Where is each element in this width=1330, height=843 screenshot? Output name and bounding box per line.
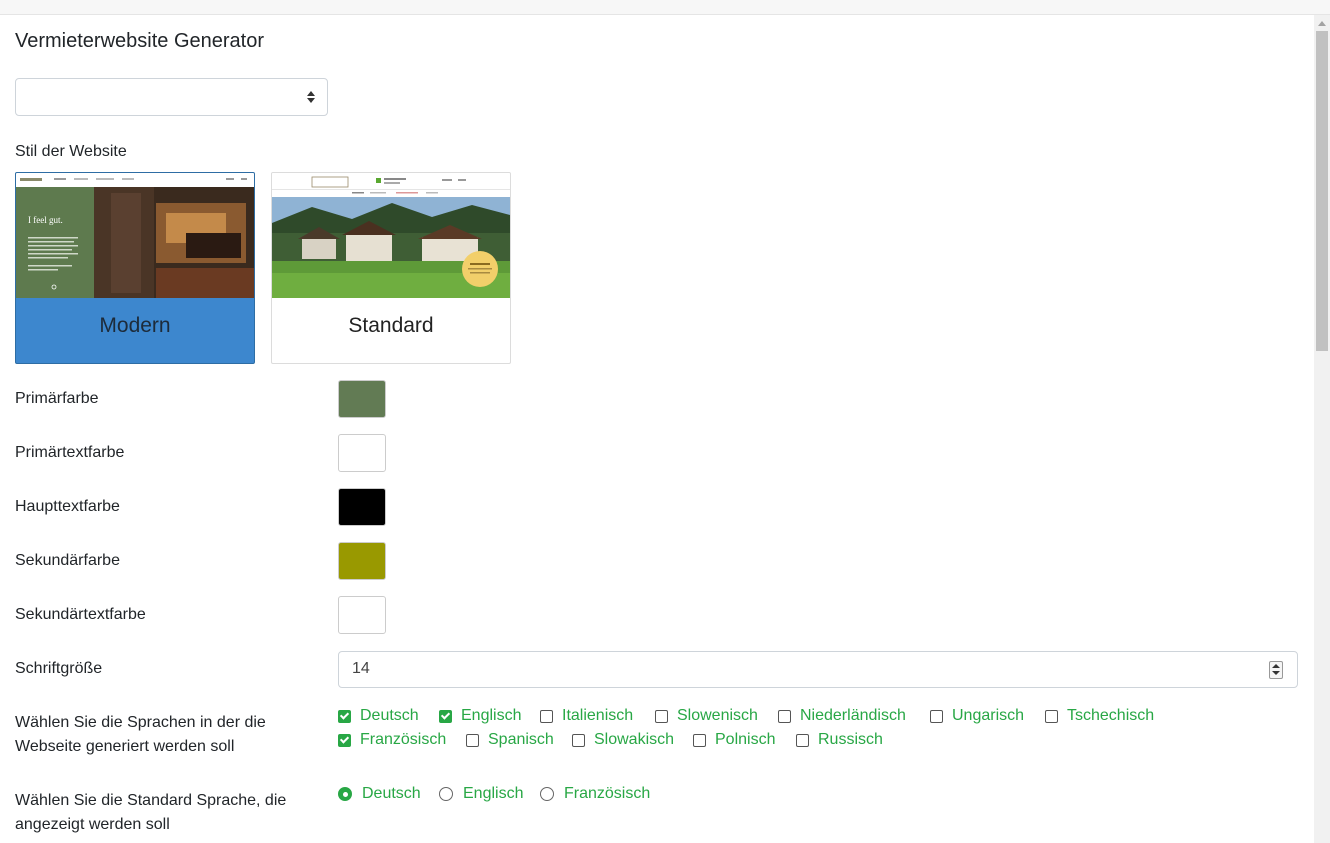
font-size-value: 14 <box>352 660 370 677</box>
secondary-text-color-label: Sekundärtextfarbe <box>15 606 146 623</box>
secondary-text-color-swatch[interactable] <box>338 596 386 634</box>
secondary-color-label: Sekundärfarbe <box>15 552 120 569</box>
checkbox-icon[interactable] <box>796 733 809 747</box>
default-language-deutsch[interactable]: Deutsch <box>338 784 421 804</box>
primary-text-color-swatch[interactable] <box>338 434 386 472</box>
checkbox-icon[interactable] <box>1045 709 1058 723</box>
language-option-polnisch[interactable]: Polnisch <box>693 730 775 750</box>
default-language-franzoesisch[interactable]: Französisch <box>540 784 650 804</box>
style-card-standard[interactable]: Standard <box>271 172 511 364</box>
font-size-label: Schriftgröße <box>15 660 103 677</box>
checkbox-icon[interactable] <box>572 733 585 747</box>
languages-label: Wählen Sie die Sprachen in der die Webse… <box>15 714 266 755</box>
language-option-slowenisch[interactable]: Slowenisch <box>655 706 758 726</box>
style-card-modern-label: Modern <box>99 314 171 337</box>
scrollbar-thumb[interactable] <box>1316 31 1328 351</box>
main-text-color-label: Haupttextfarbe <box>15 498 120 515</box>
radio-icon[interactable] <box>338 787 352 801</box>
modern-preview-image: I feel gut. <box>16 173 254 298</box>
language-option-englisch[interactable]: Englisch <box>439 706 521 726</box>
primary-color-label: Primärfarbe <box>15 390 99 407</box>
scroll-up-arrow-icon[interactable] <box>1314 15 1330 31</box>
checkbox-icon[interactable] <box>466 733 479 747</box>
website-select[interactable] <box>15 78 328 116</box>
main-text-color-swatch[interactable] <box>338 488 386 526</box>
language-option-spanisch[interactable]: Spanisch <box>466 730 554 750</box>
checkbox-icon[interactable] <box>930 709 943 723</box>
checkbox-icon[interactable] <box>778 709 791 723</box>
page-scrollbar[interactable] <box>1314 15 1330 843</box>
checkbox-icon[interactable] <box>693 733 706 747</box>
font-size-input[interactable]: 14 <box>338 651 1298 688</box>
browser-top-bar <box>0 0 1330 15</box>
style-card-standard-label: Standard <box>348 314 434 337</box>
style-card-modern[interactable]: I feel gut. Modern <box>15 172 255 364</box>
language-option-franzoesisch[interactable]: Französisch <box>338 730 446 750</box>
language-option-tschechisch[interactable]: Tschechisch <box>1045 706 1154 726</box>
primary-color-swatch[interactable] <box>338 380 386 418</box>
checkbox-icon[interactable] <box>655 709 668 723</box>
style-label: Stil der Website <box>15 143 127 160</box>
radio-icon[interactable] <box>540 787 554 801</box>
checkbox-icon[interactable] <box>439 709 452 723</box>
language-option-slowakisch[interactable]: Slowakisch <box>572 730 674 750</box>
language-option-russisch[interactable]: Russisch <box>796 730 883 750</box>
radio-icon[interactable] <box>439 787 453 801</box>
modern-preview-heading: I feel gut. <box>28 215 63 225</box>
page-title: Vermieterwebsite Generator <box>15 30 265 52</box>
font-size-spinner-icon[interactable] <box>1269 661 1283 679</box>
secondary-color-swatch[interactable] <box>338 542 386 580</box>
language-option-ungarisch[interactable]: Ungarisch <box>930 706 1024 726</box>
language-option-deutsch[interactable]: Deutsch <box>338 706 419 726</box>
language-option-niederlaendisch[interactable]: Niederländisch <box>778 706 906 726</box>
checkbox-icon[interactable] <box>338 733 351 747</box>
primary-text-color-label: Primärtextfarbe <box>15 444 125 461</box>
default-language-englisch[interactable]: Englisch <box>439 784 523 804</box>
checkbox-icon[interactable] <box>338 709 351 723</box>
default-language-label: Wählen Sie die Standard Sprache, die ang… <box>15 792 287 833</box>
checkbox-icon[interactable] <box>540 709 553 723</box>
language-option-italienisch[interactable]: Italienisch <box>540 706 633 726</box>
select-arrows-icon <box>307 91 315 103</box>
standard-preview-image <box>272 173 510 298</box>
